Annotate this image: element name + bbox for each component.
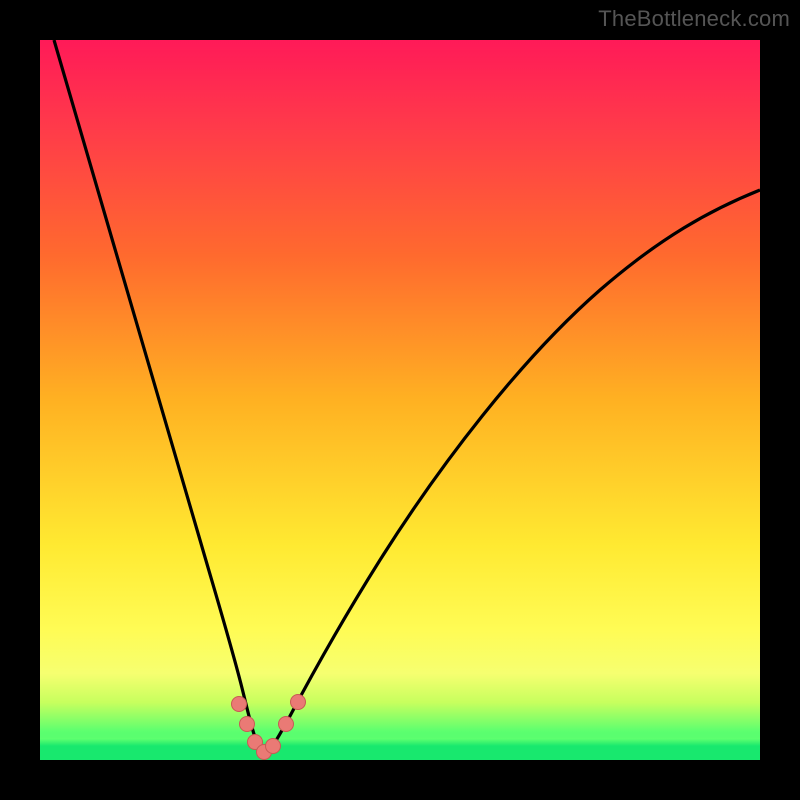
- bottleneck-curve: [54, 40, 760, 754]
- watermark-text: TheBottleneck.com: [598, 6, 790, 32]
- marker-dot: [232, 697, 247, 712]
- curve-layer: [40, 40, 760, 760]
- marker-dot: [266, 739, 281, 754]
- marker-dot: [291, 695, 306, 710]
- plot-area: [40, 40, 760, 760]
- marker-dot: [240, 717, 255, 732]
- marker-dot: [279, 717, 294, 732]
- chart-frame: TheBottleneck.com: [0, 0, 800, 800]
